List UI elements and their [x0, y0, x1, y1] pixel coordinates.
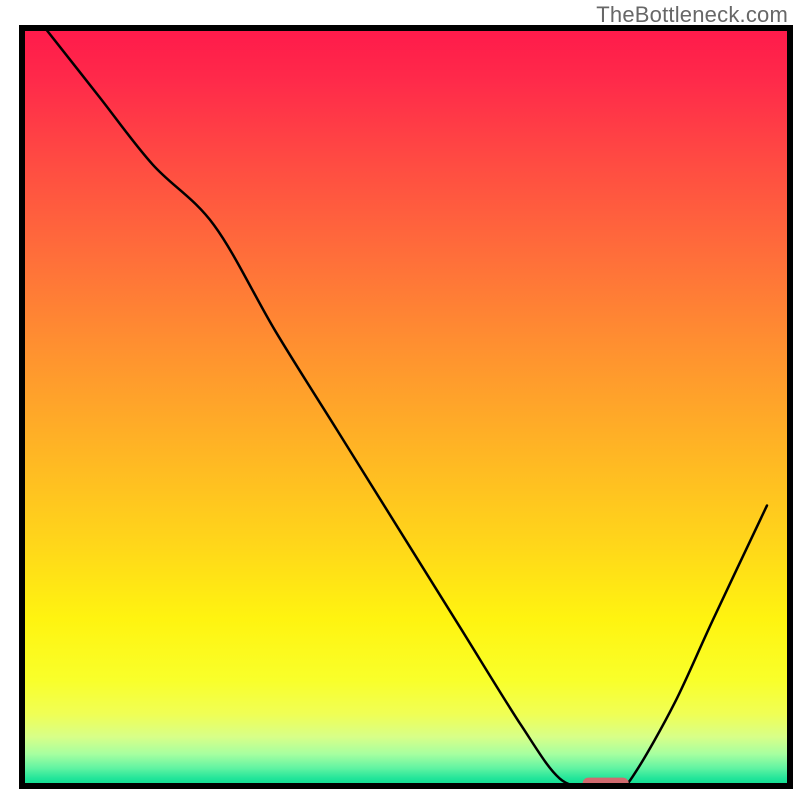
bottleneck-chart	[0, 0, 800, 800]
chart-frame: TheBottleneck.com	[0, 0, 800, 800]
watermark-text: TheBottleneck.com	[596, 2, 788, 28]
plot-area	[22, 28, 790, 788]
background-gradient	[22, 28, 790, 786]
